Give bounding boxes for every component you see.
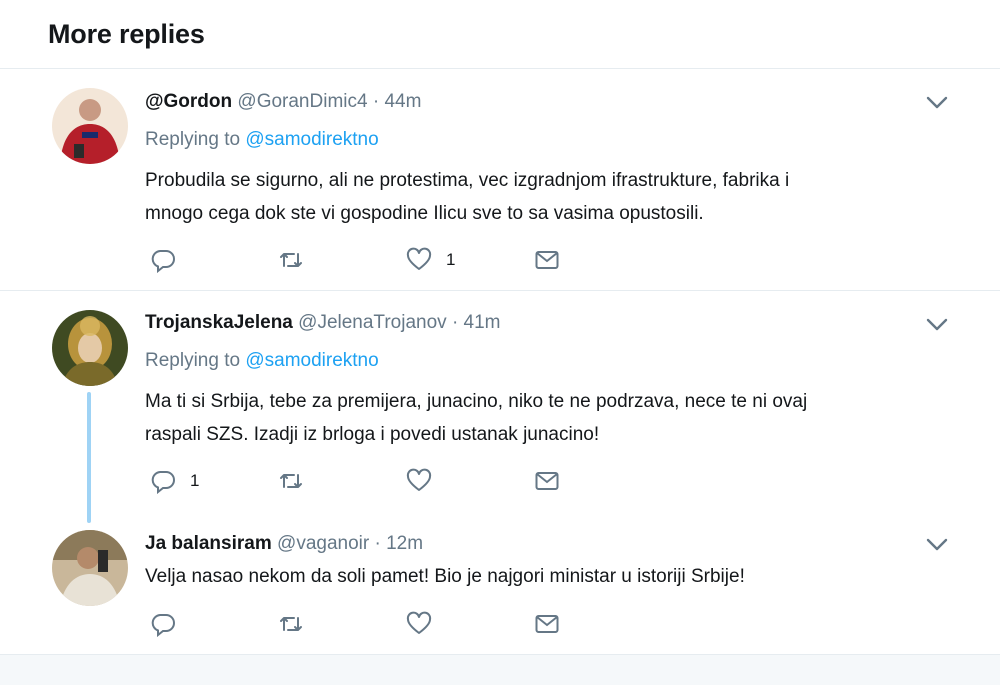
reply-icon (151, 471, 175, 494)
author-name[interactable]: TrojanskaJelena (145, 312, 293, 333)
footer-band (0, 654, 1000, 685)
tweet[interactable]: @Gordon @GoranDimic4 · 44m Replying to @… (0, 70, 1000, 291)
envelope-icon (535, 472, 559, 490)
chevron-down-icon[interactable] (926, 538, 948, 552)
tweet-time[interactable]: 44m (384, 91, 421, 112)
heart-icon (406, 468, 432, 491)
author-name[interactable]: Ja balansiram (145, 533, 272, 554)
like-button[interactable] (406, 468, 534, 494)
chevron-down-icon[interactable] (926, 96, 948, 110)
tweet-text-line: Probudila se sigurno, ali ne protestima,… (145, 170, 790, 191)
tweet-time[interactable]: 41m (464, 312, 501, 333)
heart-icon (406, 247, 432, 270)
envelope-icon (535, 615, 559, 633)
like-button[interactable] (406, 611, 534, 637)
tweet-meta: @Gordon @GoranDimic4 · 44m (145, 90, 960, 114)
reply-count: 1 (190, 471, 200, 490)
tweet-text-line: Ma ti si Srbija, tebe za premijera, juna… (145, 391, 808, 412)
replying-to: Replying to @samodirektno (145, 128, 960, 152)
tweet[interactable]: Ja balansiram @vaganoir · 12m Velja nasa… (0, 513, 1000, 654)
retweet-button[interactable] (278, 611, 406, 637)
tweet-text-line: raspali SZS. Izadji iz brloga i povedi u… (145, 424, 600, 445)
chevron-down-icon[interactable] (926, 318, 948, 332)
like-button[interactable]: 1 (406, 247, 534, 273)
tweet-meta: Ja balansiram @vaganoir · 12m (145, 532, 960, 556)
tweet-actions: 1 (150, 468, 662, 494)
retweet-icon (280, 617, 302, 631)
tweet-actions (150, 611, 662, 637)
reply-icon (151, 614, 175, 637)
tweet-meta: TrojanskaJelena @JelenaTrojanov · 41m (145, 311, 960, 335)
message-button[interactable] (534, 468, 662, 494)
reply-button[interactable] (150, 247, 278, 273)
avatar[interactable] (52, 88, 128, 164)
reply-button[interactable]: 1 (150, 468, 278, 494)
meta-separator: · (372, 91, 380, 112)
heart-icon (406, 611, 432, 634)
tweet-time[interactable]: 12m (386, 533, 423, 554)
author-handle[interactable]: @JelenaTrojanov (298, 312, 447, 333)
retweet-button[interactable] (278, 468, 406, 494)
tweet-text: Velja nasao nekom da soli pamet! Bio je … (145, 560, 960, 593)
avatar[interactable] (52, 530, 128, 606)
tweet-actions: 1 (150, 247, 662, 273)
avatar[interactable] (52, 310, 128, 386)
tweet-text-line: mnogo cega dok ste vi gospodine Ilicu sv… (145, 203, 704, 224)
like-count: 1 (446, 250, 456, 269)
page-header: More replies (0, 0, 1000, 69)
page-title: More replies (48, 18, 205, 49)
author-handle[interactable]: @vaganoir (277, 533, 369, 554)
tweet-text: Ma ti si Srbija, tebe za premijera, juna… (145, 385, 960, 451)
meta-separator: · (374, 533, 381, 554)
retweet-icon (280, 474, 302, 488)
tweet-text: Probudila se sigurno, ali ne protestima,… (145, 164, 960, 230)
thread-connector (87, 392, 91, 523)
mention-link[interactable]: @samodirektno (245, 350, 378, 371)
retweet-button[interactable] (278, 247, 406, 273)
author-name[interactable]: @Gordon (145, 91, 232, 112)
message-button[interactable] (534, 247, 662, 273)
replying-prefix: Replying to (145, 129, 241, 150)
replying-prefix: Replying to (145, 350, 241, 371)
replying-to: Replying to @samodirektno (145, 349, 960, 373)
author-handle[interactable]: @GoranDimic4 (237, 91, 367, 112)
mention-link[interactable]: @samodirektno (245, 129, 378, 150)
tweet-text-line: Velja nasao nekom da soli pamet! Bio je … (145, 566, 745, 587)
meta-separator: · (451, 312, 459, 333)
reply-icon (151, 250, 175, 273)
tweet[interactable]: TrojanskaJelena @JelenaTrojanov · 41m Re… (0, 291, 1000, 513)
reply-button[interactable] (150, 611, 278, 637)
retweet-icon (280, 253, 302, 267)
message-button[interactable] (534, 611, 662, 637)
envelope-icon (535, 251, 559, 269)
